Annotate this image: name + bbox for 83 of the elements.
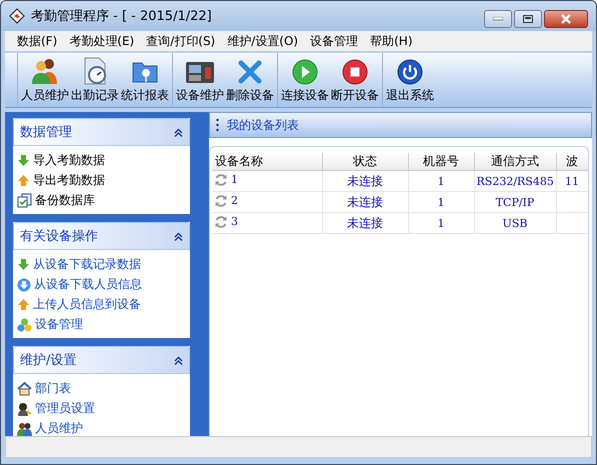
maximize-icon (523, 15, 533, 23)
panel-link[interactable]: 从设备下载人员信息 (34, 276, 142, 293)
terminal-device-icon (185, 59, 215, 85)
device-row[interactable]: 2 未连接 1 TCP/IP (212, 192, 588, 212)
close-icon (560, 14, 572, 24)
people-icon (17, 422, 32, 436)
table-cell: 1 (438, 174, 444, 188)
menu-item[interactable]: 帮助(H) (364, 32, 418, 50)
down-arrow-icon (17, 154, 30, 167)
panel-header[interactable]: 维护/设置 (13, 346, 190, 374)
panel-link[interactable]: 上传人员信息到设备 (33, 296, 141, 313)
up-arrow-icon (17, 298, 30, 311)
app-icon (9, 8, 25, 24)
close-button[interactable] (544, 10, 588, 28)
table-cell: 3 (231, 215, 238, 228)
toolbar-button[interactable]: 设备维护 (175, 53, 225, 107)
toolbar-button[interactable]: 退出系统 (385, 53, 435, 107)
panel-link[interactable]: 人员维护 (35, 420, 83, 436)
toolbar-button[interactable]: 断开设备 (330, 53, 380, 107)
window-title: 考勤管理程序 - [ - 2015/1/22] (31, 8, 213, 25)
device-group-icon (17, 318, 32, 332)
panel-link[interactable]: 备份数据库 (35, 192, 95, 209)
panel-link[interactable]: 设备管理 (35, 316, 83, 333)
column-header[interactable]: 通信方式 (474, 153, 556, 170)
table-cell: 未连接 (347, 194, 383, 208)
collapse-chevron-icon[interactable] (174, 356, 183, 364)
grip-icon (216, 118, 219, 132)
down-arrow-icon (17, 258, 30, 271)
menu-item[interactable]: 考勤处理(E) (63, 32, 140, 50)
column-header[interactable]: 设备名称 (212, 153, 322, 170)
toolbar-button[interactable]: 连接设备 (280, 53, 330, 107)
menu-item[interactable]: 数据(F) (11, 32, 64, 50)
column-header[interactable]: 状态 (322, 153, 408, 170)
column-header[interactable]: 波 (556, 153, 588, 170)
panel-link[interactable]: 导入考勤数据 (33, 152, 105, 169)
menu-item[interactable]: 设备管理 (304, 32, 364, 50)
toolbar-button[interactable]: 统计报表 (120, 53, 170, 107)
table-cell: 未连接 (347, 216, 383, 230)
people-icon (30, 57, 60, 85)
table-cell: 11 (565, 174, 579, 188)
admin-user-icon (17, 402, 32, 416)
delete-icon (237, 59, 263, 85)
refresh-icon (214, 214, 228, 228)
database-backup-icon (17, 193, 32, 208)
panel-link[interactable]: 管理员设置 (35, 400, 95, 417)
collapse-chevron-icon[interactable] (174, 128, 183, 136)
panel-link[interactable]: 从设备下载记录数据 (33, 256, 141, 273)
toolbar-button[interactable]: 人员维护 (20, 53, 70, 107)
play-icon (292, 59, 318, 85)
panel-header[interactable]: 有关设备操作 (13, 222, 190, 250)
table-cell: 1 (231, 173, 238, 186)
panel-title: 我的设备列表 (227, 116, 299, 134)
toolbar-button[interactable]: 删除设备 (225, 53, 275, 107)
refresh-icon (214, 172, 228, 186)
panel-title: 有关设备操作 (20, 228, 98, 245)
up-arrow-icon (17, 174, 30, 187)
column-header[interactable]: 机器号 (408, 153, 474, 170)
collapse-chevron-icon[interactable] (174, 232, 183, 240)
house-icon (17, 382, 32, 396)
table-cell: RS232/RS485 (476, 174, 554, 188)
maximize-button[interactable] (514, 10, 542, 28)
device-row[interactable]: 1 未连接 1 RS232/RS485 11 (212, 170, 588, 192)
panel-title: 数据管理 (20, 124, 72, 141)
panel-link[interactable]: 部门表 (35, 380, 71, 397)
device-row[interactable]: 3 未连接 1 USB (212, 212, 588, 234)
table-cell: 未连接 (347, 174, 383, 188)
panel-link[interactable]: 导出考勤数据 (33, 172, 105, 189)
table-cell: 2 (231, 194, 238, 207)
table-cell: USB (502, 216, 528, 230)
panel-header[interactable]: 数据管理 (13, 118, 190, 146)
minimize-button[interactable] (484, 10, 512, 28)
panel-title: 维护/设置 (20, 352, 76, 369)
table-cell: 1 (438, 216, 444, 230)
menu-item[interactable]: 维护/设置(O) (221, 32, 304, 50)
minimize-icon (493, 17, 503, 21)
stop-icon (342, 59, 368, 85)
menu-item[interactable]: 查询/打印(S) (140, 32, 222, 50)
download-circle-icon (17, 278, 31, 292)
toolbar-button[interactable]: 出勤记录 (70, 53, 120, 107)
table-cell: TCP/IP (496, 196, 534, 208)
refresh-icon (214, 194, 228, 208)
power-icon (397, 59, 423, 85)
table-cell: 1 (438, 196, 444, 208)
